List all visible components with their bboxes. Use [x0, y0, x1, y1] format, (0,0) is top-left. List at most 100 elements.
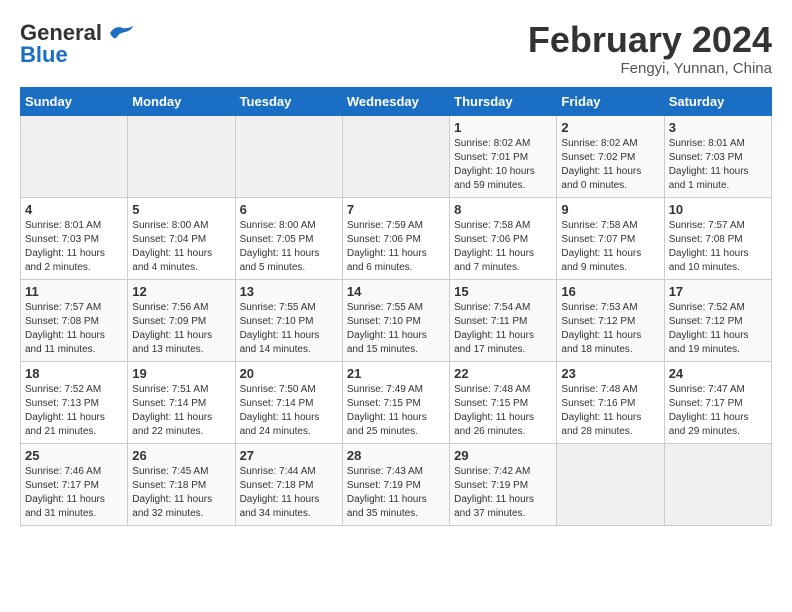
day-info: Sunrise: 7:57 AMSunset: 7:08 PMDaylight:… [669, 219, 767, 275]
day-number: 15 [454, 284, 552, 299]
calendar-cell: 19Sunrise: 7:51 AMSunset: 7:14 PMDayligh… [128, 361, 235, 443]
day-number: 28 [347, 448, 445, 463]
day-number: 11 [25, 284, 123, 299]
day-info: Sunrise: 7:46 AMSunset: 7:17 PMDaylight:… [25, 465, 123, 521]
weekday-header-tuesday: Tuesday [235, 87, 342, 115]
calendar-cell: 16 Sunrise: 7:53 AMSunset: 7:12 PMDayligh… [557, 279, 664, 361]
calendar-week-row: 18Sunrise: 7:52 AMSunset: 7:13 PMDayligh… [21, 361, 772, 443]
day-info: Sunrise: 7:59 AMSunset: 7:06 PMDaylight:… [347, 219, 445, 275]
day-info: Sunrise: 7:53 AMSunset: 7:12 PMDaylight:… [561, 301, 659, 357]
calendar-cell: 15 Sunrise: 7:54 AMSunset: 7:11 PMDayligh… [450, 279, 557, 361]
day-number: 9 [561, 202, 659, 217]
weekday-header-saturday: Saturday [664, 87, 771, 115]
day-number: 4 [25, 202, 123, 217]
day-number: 1 [454, 120, 552, 135]
day-number: 14 [347, 284, 445, 299]
calendar-week-row: 4 Sunrise: 8:01 AMSunset: 7:03 PMDaylight… [21, 197, 772, 279]
calendar-cell: 4 Sunrise: 8:01 AMSunset: 7:03 PMDaylight… [21, 197, 128, 279]
day-number: 16 [561, 284, 659, 299]
calendar-cell: 5Sunrise: 8:00 AMSunset: 7:04 PMDaylight… [128, 197, 235, 279]
day-info: Sunrise: 8:01 AMSunset: 7:03 PMDaylight:… [669, 137, 767, 193]
day-number: 29 [454, 448, 552, 463]
calendar-cell [128, 115, 235, 197]
day-number: 23 [561, 366, 659, 381]
calendar-cell: 13 Sunrise: 7:55 AMSunset: 7:10 PMDayligh… [235, 279, 342, 361]
calendar-cell: 18Sunrise: 7:52 AMSunset: 7:13 PMDayligh… [21, 361, 128, 443]
day-info: Sunrise: 7:58 AMSunset: 7:06 PMDaylight:… [454, 219, 552, 275]
calendar-cell: 1Sunrise: 8:02 AMSunset: 7:01 PMDaylight… [450, 115, 557, 197]
calendar-cell: 21 Sunrise: 7:49 AMSunset: 7:15 PMDayligh… [342, 361, 449, 443]
day-info: Sunrise: 7:54 AMSunset: 7:11 PMDaylight:… [454, 301, 552, 357]
calendar-cell: 27Sunrise: 7:44 AMSunset: 7:18 PMDayligh… [235, 443, 342, 525]
calendar-cell: 25 Sunrise: 7:46 AMSunset: 7:17 PMDayligh… [21, 443, 128, 525]
day-number: 13 [240, 284, 338, 299]
calendar-cell: 2Sunrise: 8:02 AMSunset: 7:02 PMDaylight… [557, 115, 664, 197]
logo: General Blue [20, 20, 135, 68]
day-number: 20 [240, 366, 338, 381]
calendar-cell: 20 Sunrise: 7:50 AMSunset: 7:14 PMDayligh… [235, 361, 342, 443]
day-number: 12 [132, 284, 230, 299]
day-info: Sunrise: 8:00 AMSunset: 7:05 PMDaylight:… [240, 219, 338, 275]
calendar-week-row: 25 Sunrise: 7:46 AMSunset: 7:17 PMDayligh… [21, 443, 772, 525]
day-number: 24 [669, 366, 767, 381]
title-block: February 2024 Fengyi, Yunnan, China [528, 20, 772, 77]
calendar-cell [557, 443, 664, 525]
day-number: 3 [669, 120, 767, 135]
day-info: Sunrise: 7:49 AMSunset: 7:15 PMDaylight:… [347, 383, 445, 439]
calendar-cell: 24 Sunrise: 7:47 AMSunset: 7:17 PMDayligh… [664, 361, 771, 443]
day-info: Sunrise: 7:47 AMSunset: 7:17 PMDaylight:… [669, 383, 767, 439]
weekday-header-monday: Monday [128, 87, 235, 115]
day-number: 26 [132, 448, 230, 463]
day-info: Sunrise: 7:50 AMSunset: 7:14 PMDaylight:… [240, 383, 338, 439]
day-number: 7 [347, 202, 445, 217]
day-info: Sunrise: 7:44 AMSunset: 7:18 PMDaylight:… [240, 465, 338, 521]
calendar-cell: 23 Sunrise: 7:48 AMSunset: 7:16 PMDayligh… [557, 361, 664, 443]
day-info: Sunrise: 8:02 AMSunset: 7:02 PMDaylight:… [561, 137, 659, 193]
calendar-cell: 28 Sunrise: 7:43 AMSunset: 7:19 PMDayligh… [342, 443, 449, 525]
location-subtitle: Fengyi, Yunnan, China [528, 60, 772, 77]
month-title: February 2024 [528, 20, 772, 60]
day-info: Sunrise: 7:56 AMSunset: 7:09 PMDaylight:… [132, 301, 230, 357]
calendar-cell: 8 Sunrise: 7:58 AMSunset: 7:06 PMDaylight… [450, 197, 557, 279]
calendar-cell: 14 Sunrise: 7:55 AMSunset: 7:10 PMDayligh… [342, 279, 449, 361]
day-info: Sunrise: 7:43 AMSunset: 7:19 PMDaylight:… [347, 465, 445, 521]
weekday-header-sunday: Sunday [21, 87, 128, 115]
day-number: 17 [669, 284, 767, 299]
calendar-table: SundayMondayTuesdayWednesdayThursdayFrid… [20, 87, 772, 526]
day-info: Sunrise: 7:52 AMSunset: 7:12 PMDaylight:… [669, 301, 767, 357]
calendar-cell: 3 Sunrise: 8:01 AMSunset: 7:03 PMDaylight… [664, 115, 771, 197]
logo-bird-icon [105, 23, 135, 43]
day-number: 21 [347, 366, 445, 381]
calendar-cell [21, 115, 128, 197]
day-info: Sunrise: 8:01 AMSunset: 7:03 PMDaylight:… [25, 219, 123, 275]
calendar-cell: 26Sunrise: 7:45 AMSunset: 7:18 PMDayligh… [128, 443, 235, 525]
calendar-cell: 29Sunrise: 7:42 AMSunset: 7:19 PMDayligh… [450, 443, 557, 525]
calendar-week-row: 11 Sunrise: 7:57 AMSunset: 7:08 PMDayligh… [21, 279, 772, 361]
calendar-cell: 6Sunrise: 8:00 AMSunset: 7:05 PMDaylight… [235, 197, 342, 279]
day-info: Sunrise: 7:57 AMSunset: 7:08 PMDaylight:… [25, 301, 123, 357]
logo-blue-text: Blue [20, 42, 68, 68]
day-info: Sunrise: 7:58 AMSunset: 7:07 PMDaylight:… [561, 219, 659, 275]
day-info: Sunrise: 8:00 AMSunset: 7:04 PMDaylight:… [132, 219, 230, 275]
calendar-cell: 12 Sunrise: 7:56 AMSunset: 7:09 PMDayligh… [128, 279, 235, 361]
calendar-cell: 11 Sunrise: 7:57 AMSunset: 7:08 PMDayligh… [21, 279, 128, 361]
day-number: 8 [454, 202, 552, 217]
calendar-cell: 17 Sunrise: 7:52 AMSunset: 7:12 PMDayligh… [664, 279, 771, 361]
day-info: Sunrise: 7:55 AMSunset: 7:10 PMDaylight:… [347, 301, 445, 357]
day-info: Sunrise: 7:48 AMSunset: 7:16 PMDaylight:… [561, 383, 659, 439]
calendar-cell [664, 443, 771, 525]
calendar-week-row: 1Sunrise: 8:02 AMSunset: 7:01 PMDaylight… [21, 115, 772, 197]
weekday-header-friday: Friday [557, 87, 664, 115]
day-number: 25 [25, 448, 123, 463]
calendar-cell [235, 115, 342, 197]
day-info: Sunrise: 7:51 AMSunset: 7:14 PMDaylight:… [132, 383, 230, 439]
weekday-header-wednesday: Wednesday [342, 87, 449, 115]
calendar-cell [342, 115, 449, 197]
day-info: Sunrise: 7:55 AMSunset: 7:10 PMDaylight:… [240, 301, 338, 357]
calendar-cell: 22 Sunrise: 7:48 AMSunset: 7:15 PMDayligh… [450, 361, 557, 443]
calendar-cell: 10Sunrise: 7:57 AMSunset: 7:08 PMDayligh… [664, 197, 771, 279]
day-info: Sunrise: 7:52 AMSunset: 7:13 PMDaylight:… [25, 383, 123, 439]
day-info: Sunrise: 7:48 AMSunset: 7:15 PMDaylight:… [454, 383, 552, 439]
day-number: 22 [454, 366, 552, 381]
calendar-cell: 9 Sunrise: 7:58 AMSunset: 7:07 PMDaylight… [557, 197, 664, 279]
